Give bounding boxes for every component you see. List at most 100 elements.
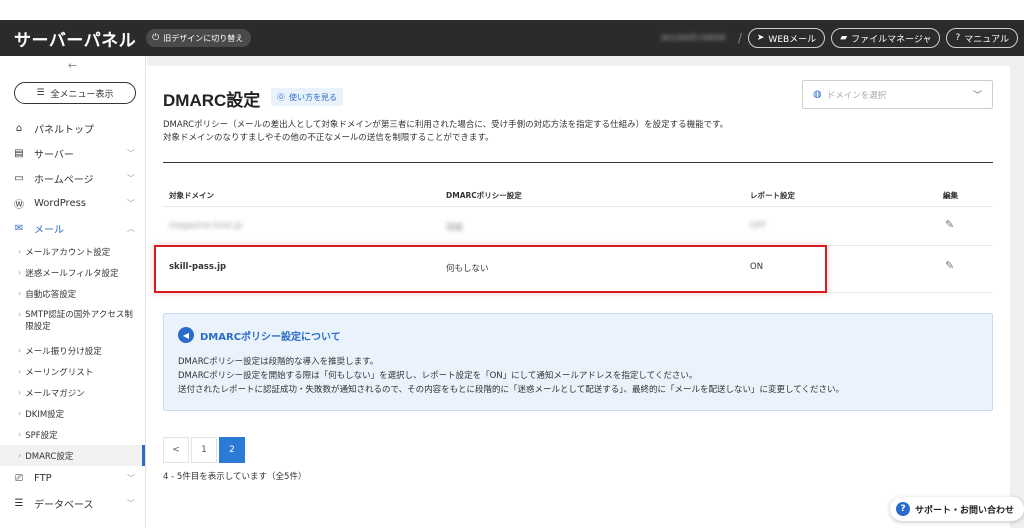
hamburger-icon: ☰	[36, 88, 45, 98]
help-circle-icon: ?	[955, 33, 961, 43]
pagination-page-1[interactable]: 1	[191, 437, 217, 463]
file-manager-button[interactable]: ▰ ファイルマネージャ	[831, 28, 941, 48]
power-icon: ⏻	[152, 33, 160, 43]
sidebar-sub-spf[interactable]: › SPF設定	[0, 424, 145, 445]
chevron-down-icon: ﹀	[127, 499, 135, 508]
sidebar-sub-dkim[interactable]: › DKIM設定	[0, 403, 145, 424]
switch-design-button[interactable]: ⏻ 旧デザインに切り替え	[146, 29, 252, 47]
sidebar-item-server[interactable]: ▤ サーバー ﹀	[0, 141, 145, 166]
chevron-right-icon: ›	[18, 451, 22, 460]
webmail-label: WEBメール	[768, 34, 817, 45]
sidebar-sub-spam-filter[interactable]: › 迷惑メールフィルタ設定	[0, 262, 145, 283]
table-cell-domain: magazine-host.jp	[169, 221, 243, 231]
column-header-domain: 対象ドメイン	[169, 191, 214, 200]
info-line: DMARCポリシー設定は段階的な導入を推奨します。	[178, 357, 379, 367]
sidebar-sub-auto-reply[interactable]: › 自動応答設定	[0, 283, 145, 304]
chevron-down-icon: ﹀	[127, 174, 135, 183]
description-line: DMARCポリシー（メールの差出人として対象ドメインが第三者に利用された場合に、…	[163, 120, 729, 130]
folder-icon: ▰	[840, 33, 848, 43]
pencil-icon[interactable]: ✎	[945, 259, 954, 272]
sidebar-item-homepage[interactable]: ▭ ホームページ ﹀	[0, 166, 145, 191]
sidebar-sub-label: SMTP認証の国外アクセス制限設定	[25, 310, 133, 332]
row-highlight-box	[154, 245, 827, 293]
home-icon: ⌂	[15, 123, 23, 134]
all-menu-button[interactable]: ☰ 全メニュー表示	[14, 82, 136, 104]
chevron-right-icon: ›	[18, 247, 22, 256]
info-line: 送付されたレポートに認証成功・失敗数が通知されるので、その内容をもとに段階的に「…	[178, 385, 844, 395]
sidebar-item-panel-top[interactable]: ⌂ パネルトップ	[0, 116, 145, 141]
support-button[interactable]: ? サポート・お問い合わせ	[890, 497, 1024, 521]
megaphone-icon: ◀	[178, 327, 194, 343]
chevron-right-icon: ›	[18, 346, 22, 355]
howto-button[interactable]: ⓪ 使い方を見る	[271, 88, 343, 106]
chevron-right-icon: ›	[18, 367, 22, 376]
sidebar-item-wordpress[interactable]: Ⓦ WordPress ﹀	[0, 191, 145, 216]
manual-label: マニュアル	[964, 34, 1009, 45]
info-line: DMARCポリシー設定を開始する際は「何もしない」を選択し、レポート設定を「ON…	[178, 371, 698, 381]
top-bar: サーバーパネル ⏻ 旧デザインに切り替え account-name / ➤ WE…	[0, 20, 1024, 56]
result-count: 4 - 5件目を表示しています（全5件）	[163, 472, 307, 482]
arrow-left-icon: ←	[67, 58, 78, 72]
chevron-down-icon: ﹀	[972, 91, 982, 101]
sidebar-sub-label: 迷惑メールフィルタ設定	[25, 268, 119, 279]
sidebar-sub-mail-magazine[interactable]: › メールマガジン	[0, 382, 145, 403]
chevron-right-icon: ›	[18, 310, 22, 319]
sidebar-item-label: ホームページ	[34, 175, 94, 186]
pagination-prev-button[interactable]: <	[163, 437, 189, 463]
sidebar-item-ftp[interactable]: ⎚ FTP ﹀	[0, 466, 145, 491]
domain-select[interactable]: ◍ ドメインを選択 ﹀	[802, 80, 993, 109]
chevron-up-icon: ︿	[127, 224, 135, 233]
sidebar-item-label: パネルトップ	[34, 125, 94, 136]
sidebar-sub-dmarc[interactable]: › DMARC設定	[0, 445, 145, 466]
chevron-right-icon: ›	[18, 430, 22, 439]
info-body: DMARCポリシー設定は段階的な導入を推奨します。 DMARCポリシー設定を開始…	[178, 355, 844, 397]
info-title-label: DMARCポリシー設定について	[200, 331, 341, 343]
sidebar-sub-label: SPF設定	[25, 430, 58, 441]
column-header-report: レポート設定	[750, 191, 795, 200]
sidebar-sub-label: メールアカウント設定	[25, 247, 111, 258]
sidebar-sub-label: メーリングリスト	[25, 367, 94, 378]
chevron-right-icon: ›	[18, 268, 22, 277]
table-divider	[163, 206, 993, 207]
sidebar-sub-mailing-list[interactable]: › メーリングリスト	[0, 361, 145, 382]
switch-design-label: 旧デザインに切り替え	[163, 33, 244, 43]
pencil-icon[interactable]: ✎	[945, 218, 954, 231]
webmail-button[interactable]: ➤ WEBメール	[747, 28, 826, 48]
account-name[interactable]: account-name	[661, 33, 726, 43]
sidebar-item-label: WordPress	[34, 198, 87, 209]
sidebar-sub-smtp-restriction[interactable]: › SMTP認証の国外アクセス制限設定	[0, 304, 145, 340]
main-area: DMARC設定 ⓪ 使い方を見る ◍ ドメインを選択 ﹀ DMARCポリシー（メ…	[147, 56, 1024, 528]
sidebar-sub-label: メール振り分け設定	[25, 346, 102, 357]
content-panel: DMARC設定 ⓪ 使い方を見る ◍ ドメインを選択 ﹀ DMARCポリシー（メ…	[147, 66, 1010, 528]
column-header-policy: DMARCポリシー設定	[446, 191, 522, 200]
paper-plane-icon: ➤	[756, 33, 765, 43]
sidebar: ← ☰ 全メニュー表示 ⌂ パネルトップ ▤ サーバー ﹀ ▭ ホームページ ﹀…	[0, 56, 146, 528]
howto-label: 使い方を見る	[289, 92, 337, 102]
ftp-icon: ⎚	[15, 473, 23, 484]
sidebar-sub-label: メールマガジン	[25, 388, 85, 399]
collapse-sidebar-button[interactable]: ←	[0, 56, 145, 74]
all-menu-label: 全メニュー表示	[50, 89, 114, 100]
info-title: ◀ DMARCポリシー設定について	[178, 327, 341, 343]
server-icon: ▤	[14, 148, 24, 159]
page-description: DMARCポリシー（メールの差出人として対象ドメインが第三者に利用された場合に、…	[163, 119, 728, 145]
pagination-page-2[interactable]: 2	[219, 437, 245, 463]
question-icon: ?	[896, 502, 910, 516]
sidebar-item-label: FTP	[34, 473, 52, 484]
pagination: < 1 2	[163, 437, 245, 463]
sidebar-sub-mail-account[interactable]: › メールアカウント設定	[0, 241, 145, 262]
sidebar-sub-label: 自動応答設定	[25, 289, 77, 300]
manual-button[interactable]: ? マニュアル	[946, 28, 1018, 48]
sidebar-item-database[interactable]: ☰ データベース ﹀	[0, 491, 145, 516]
chevron-down-icon: ﹀	[127, 474, 135, 483]
chevron-down-icon: ﹀	[127, 149, 135, 158]
chevron-right-icon: ›	[18, 388, 22, 397]
sidebar-sub-mail-sorting[interactable]: › メール振り分け設定	[0, 340, 145, 361]
sidebar-item-mail[interactable]: ✉ メール ︿	[0, 216, 145, 241]
file-manager-label: ファイルマネージャ	[851, 34, 932, 45]
header-divider: /	[737, 31, 742, 45]
table-cell-policy: 隔離	[446, 223, 464, 233]
wordpress-icon: Ⓦ	[14, 200, 24, 211]
help-circle-icon: ⓪	[277, 92, 285, 102]
window-icon: ▭	[14, 173, 24, 184]
